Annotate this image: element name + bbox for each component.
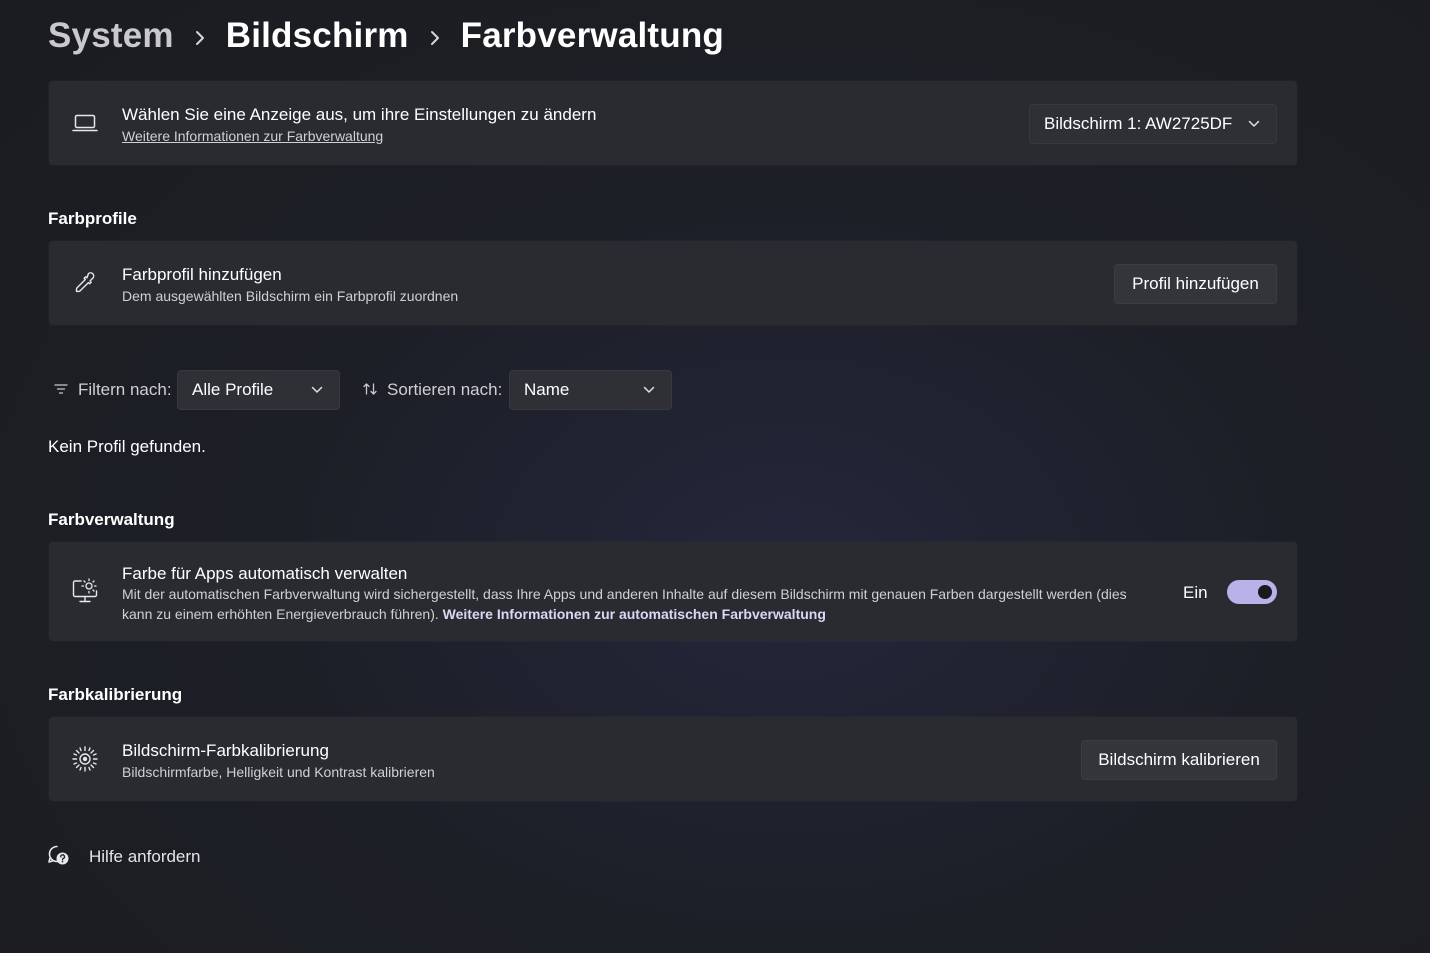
section-heading-farbverwaltung: Farbverwaltung [48, 510, 175, 529]
chevron-right-icon [174, 16, 226, 56]
auto-color-card: Farbe für Apps automatisch verwalten Mit… [49, 542, 1297, 641]
add-profile-subtitle: Dem ausgewählten Bildschirm ein Farbprof… [122, 288, 459, 304]
no-profile-text: Kein Profil gefunden. [48, 437, 206, 456]
display-dropdown[interactable]: Bildschirm 1: AW2725DF [1029, 104, 1277, 144]
breadcrumb-system[interactable]: System [48, 16, 174, 56]
auto-color-toggle[interactable] [1227, 580, 1277, 604]
brightness-icon [71, 745, 99, 773]
help-link[interactable]: Hilfe anfordern [89, 847, 201, 867]
laptop-icon [71, 109, 99, 137]
display-dropdown-value: Bildschirm 1: AW2725DF [1044, 114, 1233, 133]
sort-dropdown-value: Name [524, 380, 570, 399]
auto-color-title: Farbe für Apps automatisch verwalten [122, 564, 408, 583]
auto-color-description: Mit der automatischen Farbverwaltung wir… [122, 584, 1152, 624]
farbverwaltung-info-link[interactable]: Weitere Informationen zur Farbverwaltung [122, 128, 383, 144]
calibration-title: Bildschirm-Farbkalibrierung [122, 741, 329, 760]
filter-icon [54, 382, 68, 394]
add-profile-card: Farbprofil hinzufügen Dem ausgewählten B… [49, 241, 1297, 325]
display-select-card: Wählen Sie eine Anzeige aus, um ihre Ein… [49, 81, 1297, 165]
toggle-knob [1258, 585, 1272, 599]
filter-label: Filtern nach: [78, 380, 172, 399]
add-profile-button[interactable]: Profil hinzufügen [1114, 264, 1277, 304]
add-profile-title: Farbprofil hinzufügen [122, 265, 282, 284]
toggle-state-label: Ein [1183, 583, 1208, 602]
breadcrumb: System Bildschirm Farbverwaltung [48, 12, 724, 60]
help-chat-icon[interactable] [47, 844, 71, 868]
filter-dropdown-value: Alle Profile [192, 380, 274, 399]
chevron-down-icon [643, 386, 655, 393]
section-heading-farbprofile: Farbprofile [48, 209, 137, 228]
breadcrumb-bildschirm[interactable]: Bildschirm [226, 16, 409, 56]
filter-dropdown[interactable]: Alle Profile [177, 370, 340, 410]
sort-icon [362, 381, 378, 397]
chevron-right-icon [409, 16, 461, 56]
display-card-title: Wählen Sie eine Anzeige aus, um ihre Ein… [122, 105, 597, 124]
monitor-color-icon [71, 577, 99, 605]
chevron-down-icon [1248, 120, 1260, 127]
calibration-card: Bildschirm-Farbkalibrierung Bildschirmfa… [49, 717, 1297, 801]
auto-color-info-link[interactable]: Weitere Informationen zur automatischen … [443, 606, 826, 622]
calibrate-display-button[interactable]: Bildschirm kalibrieren [1081, 740, 1277, 780]
calibration-subtitle: Bildschirmfarbe, Helligkeit und Kontrast… [122, 764, 435, 780]
section-heading-farbkalibrierung: Farbkalibrierung [48, 685, 183, 704]
sort-label: Sortieren nach: [387, 380, 503, 399]
eyedropper-icon [71, 269, 99, 297]
sort-dropdown[interactable]: Name [509, 370, 672, 410]
page-title: Farbverwaltung [460, 16, 725, 55]
chevron-down-icon [311, 386, 323, 393]
